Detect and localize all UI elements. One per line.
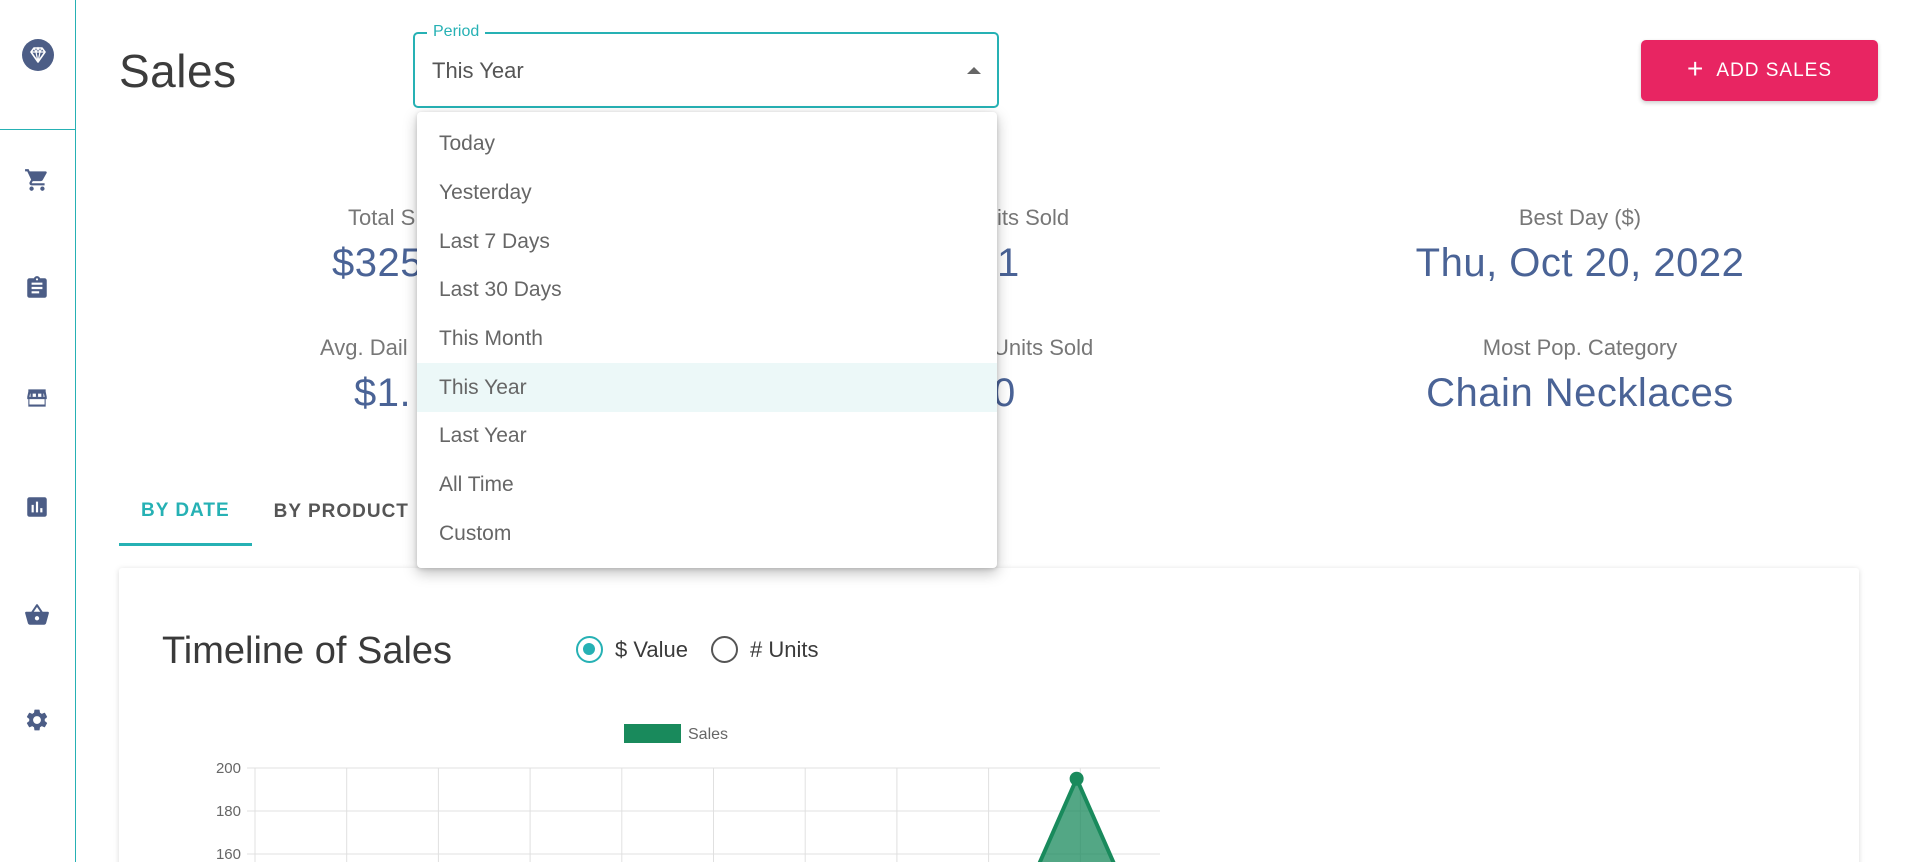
menu-item-this-month[interactable]: This Month — [417, 315, 997, 364]
tab-by-product[interactable]: BY PRODUCT — [252, 478, 431, 546]
plus-icon: + — [1686, 53, 1705, 84]
sidebar — [0, 0, 76, 862]
radio-label: $ Value — [615, 636, 688, 662]
menu-item-today[interactable]: Today — [417, 120, 997, 169]
stat-label: its Sold — [997, 205, 1070, 230]
stat-units-sold: its Sold 1 — [997, 205, 1117, 286]
series-point — [1069, 771, 1084, 786]
y-tick-label: 160 — [216, 846, 241, 862]
stat-best-day: Best Day ($) Thu, Oct 20, 2022 — [1380, 205, 1780, 286]
stat-label: Most Pop. Category — [1482, 335, 1678, 360]
stat-value: Thu, Oct 20, 2022 — [1415, 241, 1745, 285]
radio-checked-icon[interactable] — [576, 636, 603, 663]
legend-swatch — [624, 724, 681, 743]
series-area — [1039, 778, 1114, 862]
basket-icon[interactable] — [0, 602, 74, 628]
period-value: This Year — [432, 58, 524, 83]
bar-chart-icon[interactable] — [0, 494, 74, 520]
period-label: Period — [427, 23, 486, 41]
y-axis-ticks: 200 180 160 — [216, 760, 241, 862]
radio-unit-count[interactable]: # Units — [711, 636, 818, 663]
legend-label-sales: Sales — [688, 726, 728, 743]
diamond-icon[interactable] — [21, 38, 55, 77]
menu-item-all-time[interactable]: All Time — [417, 461, 997, 510]
chart-legend: Sales — [624, 724, 728, 743]
stat-value: 0 — [993, 371, 1016, 415]
stat-label: Best Day ($) — [1518, 205, 1642, 230]
chart-grid — [247, 767, 1160, 862]
stat-label: Units Sold — [993, 335, 1094, 360]
view-tabs: BY DATE BY PRODUCT — [119, 478, 431, 546]
y-tick-label: 200 — [216, 760, 241, 777]
gear-icon[interactable] — [0, 707, 74, 733]
radio-unchecked-icon[interactable] — [711, 636, 738, 663]
store-icon[interactable] — [0, 385, 74, 411]
add-sales-label: ADD SALES — [1716, 59, 1832, 81]
caret-up-icon[interactable] — [967, 67, 981, 74]
card-title: Timeline of Sales — [162, 630, 453, 672]
cart-icon[interactable] — [0, 167, 74, 193]
menu-item-last-year[interactable]: Last Year — [417, 412, 997, 461]
menu-item-last-30-days[interactable]: Last 30 Days — [417, 266, 997, 315]
sales-timeline-chart: Sales 200 180 160 — [216, 724, 1160, 862]
series-sales — [1037, 771, 1116, 862]
menu-item-custom[interactable]: Custom — [417, 510, 997, 559]
radio-dollar-value[interactable]: $ Value — [576, 636, 688, 663]
period-menu: Today Yesterday Last 7 Days Last 30 Days Thi… — [417, 112, 997, 568]
menu-item-this-year[interactable]: This Year — [417, 363, 997, 413]
stat-avg-units: Units Sold 0 — [993, 335, 1133, 416]
stat-most-popular-category: Most Pop. Category Chain Necklaces — [1380, 335, 1780, 416]
stat-value: 1 — [997, 241, 1020, 285]
period-select[interactable]: Period This Year — [413, 23, 999, 108]
radio-label: # Units — [750, 636, 819, 662]
menu-item-yesterday[interactable]: Yesterday — [417, 169, 997, 218]
y-tick-label: 180 — [216, 803, 241, 820]
stat-value: Chain Necklaces — [1426, 371, 1734, 415]
page-title: Sales — [119, 45, 237, 97]
tab-by-date[interactable]: BY DATE — [119, 478, 252, 546]
sidebar-logo-area — [0, 0, 75, 130]
add-sales-button[interactable]: + ADD SALES — [1641, 40, 1878, 101]
menu-item-last-7-days[interactable]: Last 7 Days — [417, 217, 997, 266]
clipboard-icon[interactable] — [0, 275, 74, 301]
